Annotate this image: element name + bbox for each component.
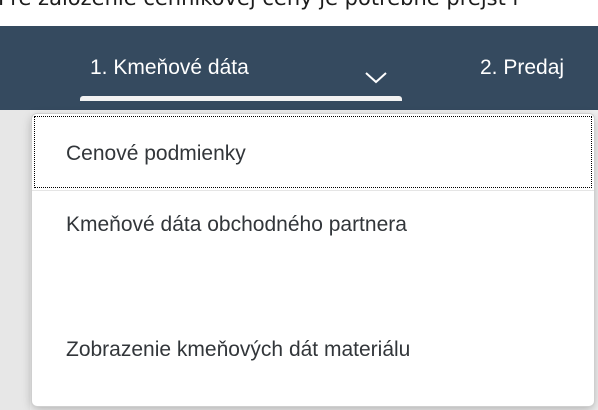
top-strip: Pre založenie cenníkovej ceny je potrebn… xyxy=(0,0,598,26)
shell-bar: 1. Kmeňové dáta 2. Predaj xyxy=(0,26,598,110)
chevron-down-icon[interactable] xyxy=(364,71,388,85)
tab-label: 1. Kmeňové dáta xyxy=(90,56,249,79)
tab-label: 2. Predaj xyxy=(480,56,565,79)
tab-predaj[interactable]: 2. Predaj xyxy=(480,26,564,110)
content-left-edge xyxy=(0,110,30,410)
menu-item-label: Kmeňové dáta obchodného partnera xyxy=(66,213,407,236)
menu-item-kmenove-data-partnera[interactable]: Kmeňové dáta obchodného partnera xyxy=(32,191,594,298)
active-tab-indicator xyxy=(80,96,402,101)
menu-item-label: Cenové podmienky xyxy=(66,142,246,165)
menu-item-label: Zobrazenie kmeňových dát materiálu xyxy=(66,338,411,361)
menu-item-zobrazenie-materialu[interactable]: Zobrazenie kmeňových dát materiálu xyxy=(32,298,594,406)
tab-dropdown-menu: Cenové podmienky Kmeňové dáta obchodného… xyxy=(32,114,594,406)
menu-item-cenove-podmienky[interactable]: Cenové podmienky xyxy=(32,114,594,190)
page-intro-text: Pre založenie cenníkovej ceny je potrebn… xyxy=(0,0,521,10)
